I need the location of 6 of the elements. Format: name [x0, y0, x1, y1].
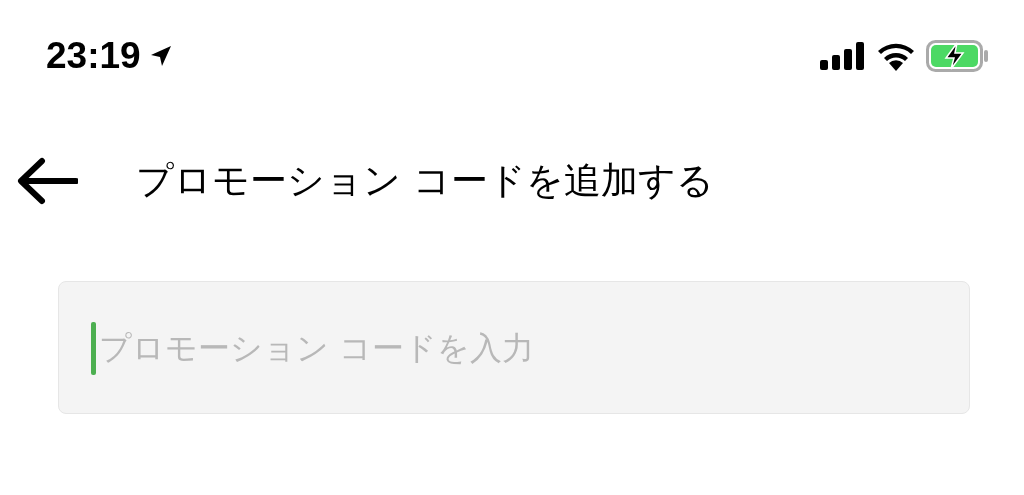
- back-arrow-icon[interactable]: [16, 157, 78, 205]
- status-time: 23:19: [46, 35, 141, 77]
- promo-code-field[interactable]: プロモーション コードを入力: [58, 281, 970, 414]
- page-title: プロモーション コードを追加する: [136, 158, 714, 204]
- wifi-icon: [876, 41, 916, 71]
- signal-icon: [820, 42, 866, 70]
